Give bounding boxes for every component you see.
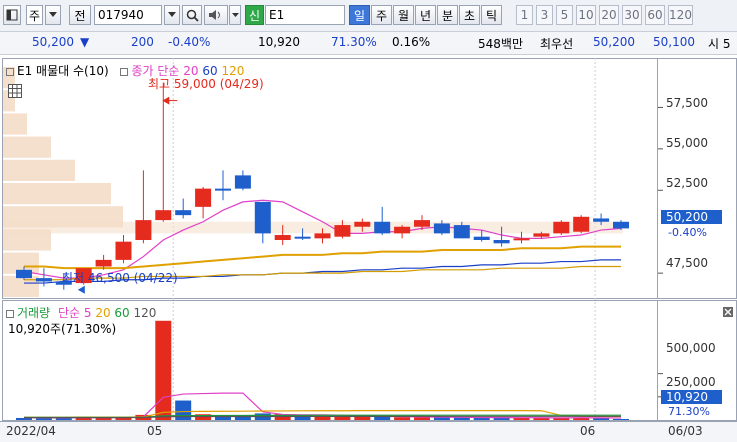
candle-body xyxy=(394,226,411,234)
volume-profile-bar xyxy=(3,275,39,297)
candle-body xyxy=(234,175,251,189)
candle-body xyxy=(573,216,590,232)
legend-square-icon xyxy=(6,309,14,318)
current-price-marker: 50,200 xyxy=(661,210,722,224)
candle-body xyxy=(334,225,351,237)
grid-toggle-icon[interactable] xyxy=(8,84,22,101)
close-icon[interactable] xyxy=(723,306,733,320)
volume-tick: 500,000 xyxy=(666,341,716,355)
legend-square-icon xyxy=(6,67,14,76)
candle-body xyxy=(195,188,212,207)
candle-body xyxy=(215,188,231,191)
candle-body xyxy=(95,259,112,267)
x-label-current: 06/03 xyxy=(668,424,703,438)
candle-body xyxy=(533,233,550,237)
candle-body xyxy=(115,241,132,260)
x-axis-bar xyxy=(0,421,737,442)
current-volume-marker: 10,920 xyxy=(661,390,722,404)
low-price-label: 최저 46,500 (04/22) xyxy=(62,271,178,285)
candle-body xyxy=(274,235,291,240)
volume-profile-band xyxy=(3,221,623,234)
high-price-label: 최고 59,000 (04/29) xyxy=(148,77,264,91)
volume-profile-bar xyxy=(3,183,111,205)
volume-profile-bar xyxy=(3,136,51,158)
candle-body xyxy=(135,220,152,240)
volume-legend: 거래량 단순 5 20 60 120 xyxy=(6,304,156,321)
price-tick: 57,500 xyxy=(666,96,708,110)
x-label-may: 05 xyxy=(147,424,163,438)
legend-square-icon xyxy=(120,67,129,76)
volume-legend-title[interactable]: 거래량 xyxy=(17,306,50,320)
candle-body xyxy=(254,201,271,234)
price-ma-20 xyxy=(24,245,621,270)
candle-body xyxy=(473,236,490,240)
current-volume-label: 10,920주(71.30%) xyxy=(8,322,117,336)
low-arrow-icon xyxy=(77,285,85,294)
volume-tick: 250,000 xyxy=(666,375,716,389)
volume-profile-legend[interactable]: E1 매물대 수(10) xyxy=(17,64,109,78)
candle-body xyxy=(175,210,192,216)
candle-body xyxy=(493,240,510,244)
price-tick: 52,500 xyxy=(666,176,708,190)
x-label-start: 2022/04 xyxy=(6,424,56,438)
candle-body xyxy=(374,221,391,234)
candle-body xyxy=(294,236,311,239)
vol-ma-legend-60: 60 xyxy=(114,306,130,320)
vol-ma-legend-20: 20 xyxy=(95,306,111,320)
candle-body xyxy=(354,221,371,227)
candle-body xyxy=(613,221,629,229)
price-tick: 47,500 xyxy=(666,256,708,270)
candle-body xyxy=(16,269,32,279)
candle-body xyxy=(513,238,530,241)
candle-body xyxy=(553,221,570,234)
candle-body xyxy=(593,218,610,222)
volume-ma-legend[interactable]: 단순 5 xyxy=(58,306,92,320)
candle-body xyxy=(453,225,470,239)
candle-body xyxy=(35,278,52,282)
candle-body xyxy=(314,233,331,239)
candle-body xyxy=(414,220,430,227)
volume-profile-bar xyxy=(3,113,27,135)
current-volume-pct: 71.30% xyxy=(668,405,710,418)
candle-body xyxy=(155,210,172,221)
current-pct-marker: -0.40% xyxy=(668,226,707,239)
candle-body xyxy=(433,223,450,234)
volume-profile-bar xyxy=(3,159,75,181)
vol-ma-legend-120: 120 xyxy=(133,306,157,320)
x-label-june: 06 xyxy=(580,424,596,438)
price-tick: 55,000 xyxy=(666,136,708,150)
